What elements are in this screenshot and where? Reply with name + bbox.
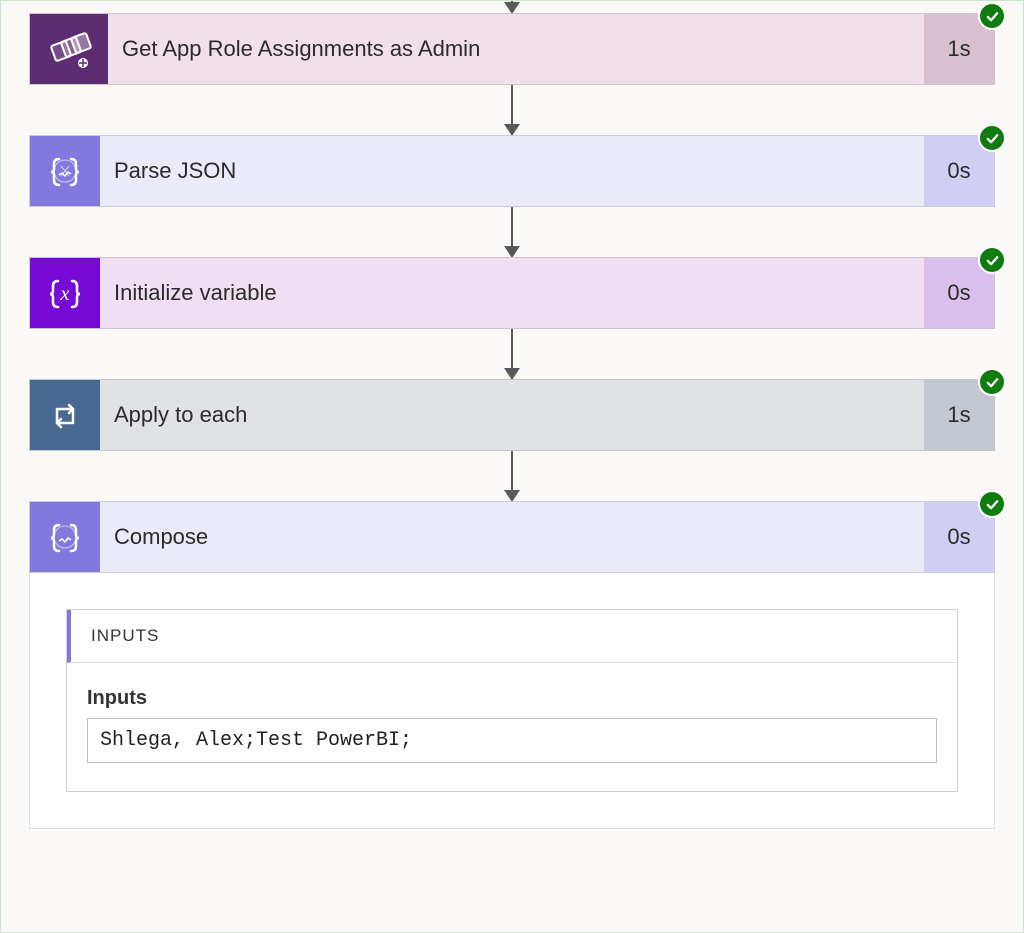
inputs-section-header: INPUTS xyxy=(67,610,957,663)
step-label: Apply to each xyxy=(100,380,924,450)
step-apply-to-each[interactable]: Apply to each 1s xyxy=(29,379,995,451)
connector-arrow xyxy=(511,207,513,257)
step-get-app-role-assignments[interactable]: Get App Role Assignments as Admin 1s xyxy=(29,13,995,85)
inputs-field-label: Inputs xyxy=(87,687,937,710)
variable-icon: x xyxy=(30,258,100,328)
braces-icon xyxy=(30,136,100,206)
compose-detail-panel: INPUTS Inputs Shlega, Alex;Test PowerBI; xyxy=(29,573,995,829)
svg-text:x: x xyxy=(60,283,70,305)
braces-icon xyxy=(30,502,100,572)
status-success-icon xyxy=(978,490,1006,518)
status-success-icon xyxy=(978,124,1006,152)
step-label: Compose xyxy=(100,502,924,572)
connector-arrow xyxy=(511,329,513,379)
flow-run-view: Get App Role Assignments as Admin 1s Par… xyxy=(1,1,1023,829)
step-initialize-variable[interactable]: x Initialize variable 0s xyxy=(29,257,995,329)
connector-arrow xyxy=(511,85,513,135)
step-compose[interactable]: Compose 0s xyxy=(29,501,995,573)
loop-icon xyxy=(30,380,100,450)
step-label: Get App Role Assignments as Admin xyxy=(108,14,924,84)
status-success-icon xyxy=(978,368,1006,396)
step-label: Parse JSON xyxy=(100,136,924,206)
step-label: Initialize variable xyxy=(100,258,924,328)
status-success-icon xyxy=(978,246,1006,274)
connector-arrow xyxy=(511,451,513,501)
step-parse-json[interactable]: Parse JSON 0s xyxy=(29,135,995,207)
connector-arrow xyxy=(511,1,513,13)
status-success-icon xyxy=(978,2,1006,30)
dataverse-icon xyxy=(30,14,108,84)
inputs-card[interactable]: INPUTS Inputs Shlega, Alex;Test PowerBI; xyxy=(66,609,958,792)
inputs-field-value: Shlega, Alex;Test PowerBI; xyxy=(87,718,937,763)
